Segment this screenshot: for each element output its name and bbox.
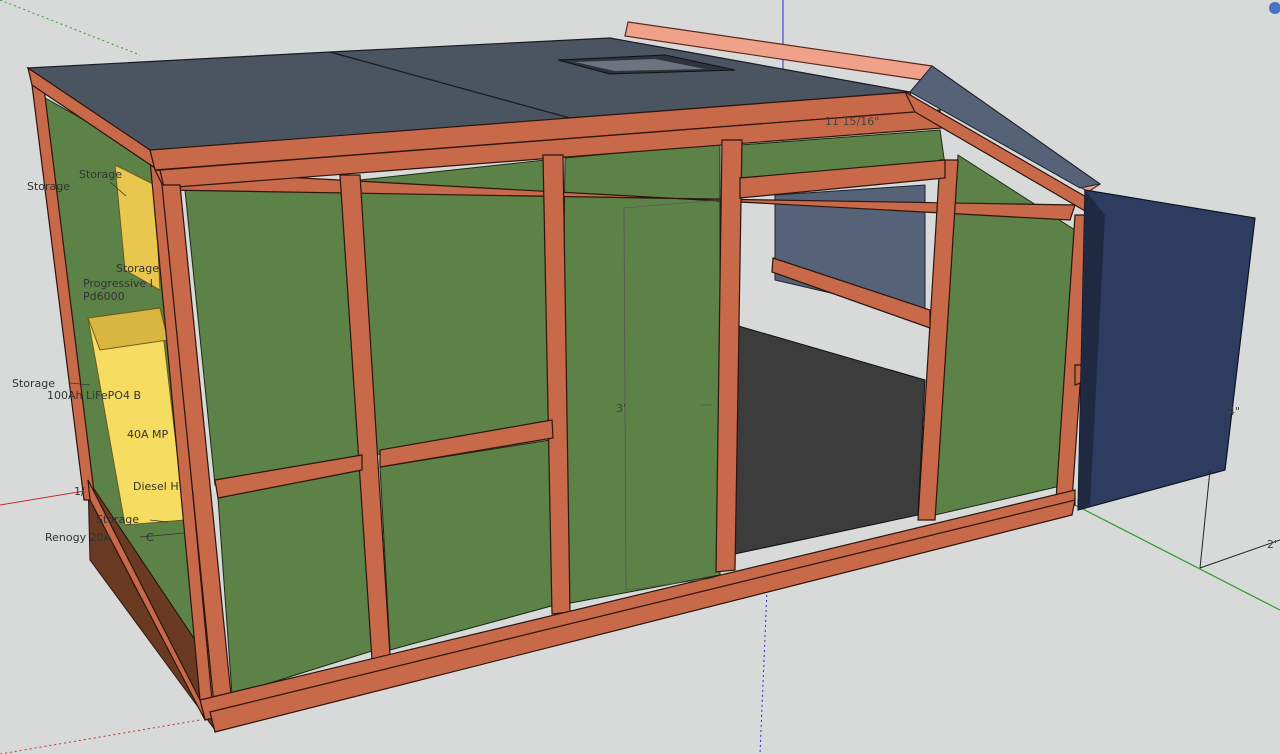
red-axis-dotted (0, 719, 201, 754)
label-mppt: 40A MP (127, 428, 169, 441)
label-charger-1: Progressive I (83, 277, 153, 290)
green-axis-dotted (0, 0, 141, 56)
hatch-box[interactable] (1077, 189, 1280, 569)
compass-icon (1269, 2, 1280, 14)
label-storage-mid: Storage (116, 262, 159, 275)
label-dcdc: Renogy 20A (45, 531, 112, 544)
label-fraction: 1/ (74, 485, 85, 498)
dim-axis-length: 2' (1267, 538, 1277, 551)
dim-side-depth: 4" (1228, 405, 1240, 418)
green-axis (1074, 504, 1280, 611)
blue-axis-dotted (759, 589, 768, 754)
label-battery: 100Ah LiFePO4 B (47, 389, 141, 402)
door-opening-floor (729, 324, 926, 556)
label-storage-top: Storage (79, 168, 122, 181)
label-storage-bottom: Storage (96, 513, 139, 526)
label-storage-left: Storage (27, 180, 70, 193)
dim-door-height: 3' (616, 402, 626, 415)
label-charger-2: Pd6000 (83, 290, 125, 303)
label-diesel: Diesel H (133, 480, 179, 493)
model-viewport[interactable]: Storage Storage Storage Progressive I Pd… (0, 0, 1280, 754)
dim-rafter: 11 15/16" (825, 115, 879, 128)
label-dcdc-tail: C (146, 531, 154, 544)
